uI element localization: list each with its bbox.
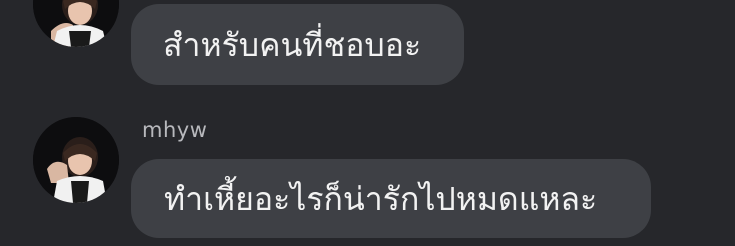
- message-text: ทำเหี้ยอะไรก็น่ารักไปหมดแหละ: [164, 179, 598, 218]
- avatar-photo: [33, 117, 119, 203]
- avatar[interactable]: [33, 117, 119, 203]
- message-bubble[interactable]: ทำเหี้ยอะไรก็น่ารักไปหมดแหละ: [131, 159, 651, 238]
- chat-thread: สำหรับคนที่ชอบอะ mhyw ทำเหี้ยอะไรก็น่ารั…: [0, 0, 735, 246]
- message-bubble[interactable]: สำหรับคนที่ชอบอะ: [131, 4, 464, 85]
- sender-name: mhyw: [142, 118, 208, 142]
- avatar[interactable]: [33, 0, 119, 47]
- message-text: สำหรับคนที่ชอบอะ: [163, 25, 422, 64]
- avatar-photo: [33, 0, 119, 47]
